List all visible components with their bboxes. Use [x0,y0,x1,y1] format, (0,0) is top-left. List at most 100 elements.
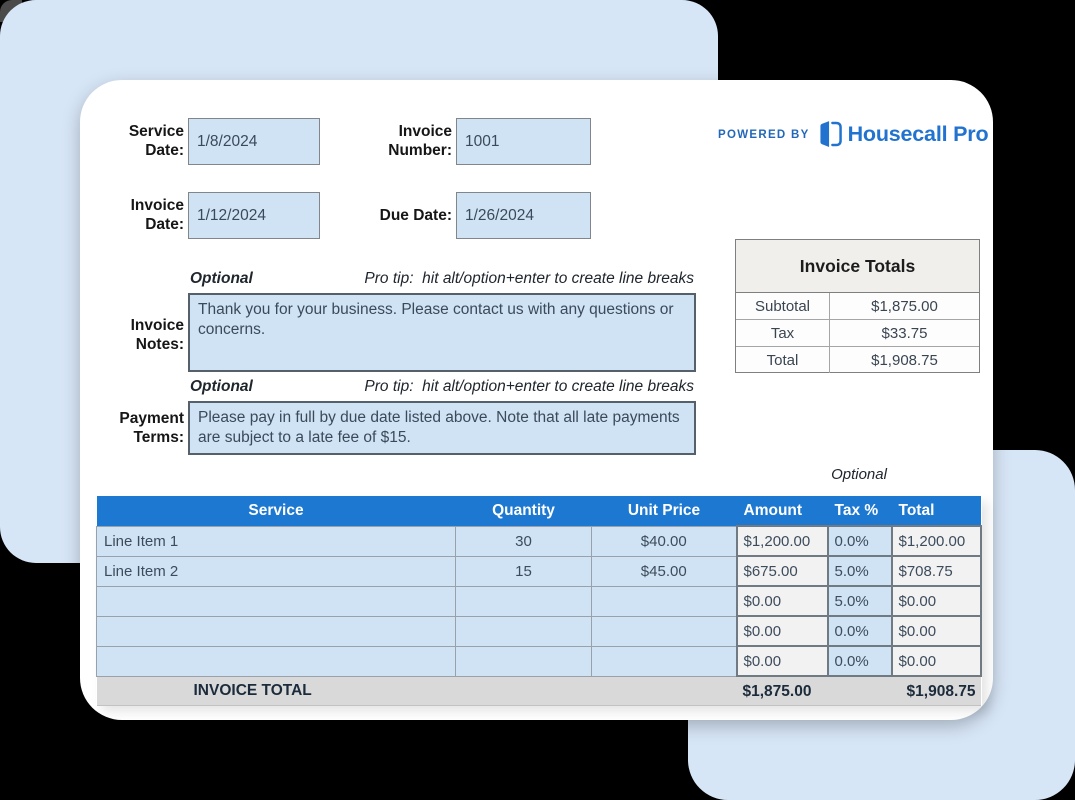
invoice-date-value: 1/12/2024 [197,206,266,224]
powered-by-housecall-pro-logo: POWERED BY Housecall Pro [718,118,989,150]
cell-service[interactable] [96,585,456,617]
table-row: $0.00 0.0% $0.00 [96,615,982,647]
powered-by-text: POWERED BY [718,129,810,141]
invoice-number-field[interactable]: 1001 [456,118,591,165]
cell-amount: $0.00 [735,645,829,677]
payment-terms-value: Please pay in full by due date listed ab… [198,409,680,446]
invoice-date-label-line1: Invoice [130,197,184,214]
payment-terms-label: Payment Terms: [44,409,184,447]
header-unit-price: Unit Price [591,496,737,526]
service-date-value: 1/8/2024 [197,132,258,150]
cell-unit-price[interactable]: $40.00 [591,525,737,557]
invoice-totals-title: Invoice Totals [736,240,979,293]
terms-optional-row: Optional Pro tip: hit alt/option+enter t… [188,378,696,396]
notes-pro-tip: Pro tip: hit alt/option+enter to create … [364,270,694,287]
cell-total: $0.00 [890,615,982,647]
cell-quantity[interactable] [455,615,592,647]
invoice-totals-box: Invoice Totals Subtotal $1,875.00 Tax $3… [735,239,980,373]
service-date-field[interactable]: 1/8/2024 [188,118,320,165]
cell-unit-price[interactable] [591,585,737,617]
tax-row: Tax $33.75 [736,320,979,347]
invoice-number-label: Invoice Number: [312,122,452,160]
due-date-field[interactable]: 1/26/2024 [456,192,591,239]
invoice-notes-field[interactable]: Thank you for your business. Please cont… [188,293,696,372]
header-amount: Amount [736,496,828,526]
cell-amount: $0.00 [735,615,829,647]
invoice-total-grand: $1,908.75 [891,675,981,706]
table-row: $0.00 5.0% $0.00 [96,585,982,617]
cell-unit-price[interactable] [591,615,737,647]
cell-unit-price[interactable]: $45.00 [591,555,737,587]
invoice-number-value: 1001 [465,132,500,150]
subtotal-row: Subtotal $1,875.00 [736,293,979,320]
cell-total: $1,200.00 [890,525,982,557]
invoice-date-field[interactable]: 1/12/2024 [188,192,320,239]
payment-terms-label-line2: Terms: [133,429,184,446]
service-date-label-line1: Service [128,123,184,140]
invoice-total-amount: $1,875.00 [736,675,828,706]
cell-quantity[interactable]: 30 [455,525,592,557]
cell-service[interactable]: Line Item 2 [96,555,456,587]
cell-tax[interactable]: 0.0% [826,645,893,677]
notes-optional-label: Optional [190,270,253,287]
cell-service[interactable]: Line Item 1 [96,525,456,557]
invoice-total-spacer [455,675,592,706]
cell-quantity[interactable] [455,585,592,617]
service-date-label: Service Date: [44,122,184,160]
cell-amount: $1,200.00 [735,525,829,557]
table-row: Line Item 2 15 $45.00 $675.00 5.0% $708.… [96,555,982,587]
cell-total: $0.00 [890,645,982,677]
due-date-value: 1/26/2024 [465,206,534,224]
payment-terms-label-line1: Payment [119,410,184,427]
cell-unit-price[interactable] [591,645,737,677]
total-row-summary: Total $1,908.75 [736,347,979,373]
notes-optional-row: Optional Pro tip: hit alt/option+enter t… [188,270,696,288]
cell-amount: $675.00 [735,555,829,587]
invoice-total-row: INVOICE TOTAL $1,875.00 $1,908.75 [96,675,981,706]
subtotal-label: Subtotal [736,293,830,319]
invoice-number-label-line1: Invoice [398,123,452,140]
payment-terms-field[interactable]: Please pay in full by due date listed ab… [188,401,696,455]
header-total: Total [891,496,981,526]
invoice-notes-label: Invoice Notes: [44,316,184,354]
invoice-notes-label-line2: Notes: [135,336,184,353]
cell-quantity[interactable] [455,645,592,677]
tax-value: $33.75 [881,324,928,342]
header-quantity: Quantity [455,496,592,526]
due-date-label-text: Due Date: [379,207,452,224]
header-service: Service [96,496,456,526]
cell-tax[interactable]: 5.0% [826,555,893,587]
cell-service[interactable] [96,615,456,647]
cell-tax[interactable]: 0.0% [826,525,893,557]
invoice-total-label: INVOICE TOTAL [96,675,456,706]
tax-column-optional-label: Optional [831,466,887,483]
terms-pro-tip: Pro tip: hit alt/option+enter to create … [364,378,694,395]
cell-total: $0.00 [890,585,982,617]
invoice-date-label: Invoice Date: [44,196,184,234]
invoice-total-spacer [591,675,737,706]
cell-service[interactable] [96,645,456,677]
cell-quantity[interactable]: 15 [455,555,592,587]
tax-label: Tax [736,320,830,346]
invoice-notes-label-line1: Invoice [130,317,184,334]
invoice-card: Service Date: 1/8/2024 Invoice Number: 1… [80,80,993,720]
due-date-label: Due Date: [312,206,452,225]
invoice-date-label-line2: Date: [145,216,184,233]
header-tax: Tax % [827,496,892,526]
table-header-row: Service Quantity Unit Price Amount Tax %… [96,496,981,526]
invoice-number-label-line2: Number: [388,142,452,159]
invoice-total-spacer [827,675,892,706]
table-row: $0.00 0.0% $0.00 [96,645,982,677]
invoice-notes-value: Thank you for your business. Please cont… [198,301,674,338]
total-value: $1,908.75 [871,351,938,369]
terms-optional-label: Optional [190,378,253,395]
subtotal-value: $1,875.00 [871,297,938,315]
cell-amount: $0.00 [735,585,829,617]
cell-total: $708.75 [890,555,982,587]
table-row: Line Item 1 30 $40.00 $1,200.00 0.0% $1,… [96,525,982,557]
total-label: Total [736,347,830,373]
cell-tax[interactable]: 5.0% [826,585,893,617]
brand-name-text: Housecall Pro [847,121,989,146]
line-items-table: Service Quantity Unit Price Amount Tax %… [96,496,982,706]
cell-tax[interactable]: 0.0% [826,615,893,647]
